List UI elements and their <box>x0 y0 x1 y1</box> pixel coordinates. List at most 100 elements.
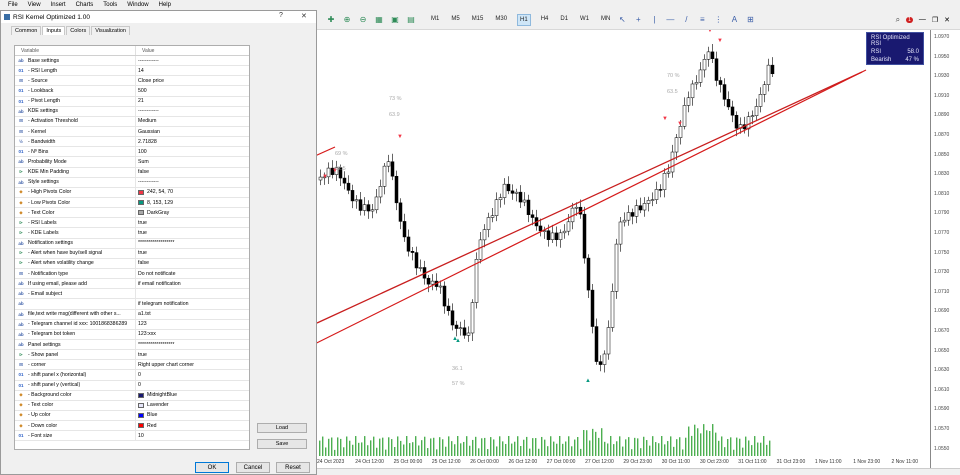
tab-colors[interactable]: Colors <box>66 26 91 35</box>
input-row[interactable]: ◆ - Up color Blue <box>15 410 249 422</box>
input-value-cell[interactable]: Medium <box>136 117 249 126</box>
input-row[interactable]: ◆ - High Pivots Color 242, 54, 70 <box>15 187 249 198</box>
input-row[interactable]: ⊞ - corner Right upper chart corner <box>15 360 249 371</box>
input-row[interactable]: ab Style settings ------------ <box>15 177 249 188</box>
input-value-cell[interactable]: true <box>136 228 249 237</box>
input-value-cell[interactable]: Gaussian <box>136 127 249 136</box>
input-value-cell[interactable]: 500 <box>136 86 249 95</box>
input-variable-label: - Down color <box>28 422 58 429</box>
input-value-cell[interactable]: Red <box>136 421 249 430</box>
input-row[interactable]: 01 - Pivot Length 21 <box>15 96 249 107</box>
reset-button[interactable]: Reset <box>276 462 310 473</box>
input-row[interactable]: 01 - shift panel y (vertical) 0 <box>15 380 249 391</box>
input-value-cell[interactable]: Do not notificate <box>136 269 249 278</box>
color-swatch[interactable] <box>138 189 144 195</box>
input-value-cell[interactable]: 0 <box>136 370 249 379</box>
tab-common[interactable]: Common <box>11 26 42 35</box>
input-row[interactable]: ab if telegram notification <box>15 299 249 310</box>
input-value-cell[interactable]: if telegram notification <box>136 299 249 308</box>
input-row[interactable]: ◆ - Down color Red <box>15 421 249 432</box>
color-swatch[interactable] <box>138 200 144 206</box>
input-value-cell[interactable]: a1.txt <box>136 310 249 319</box>
input-row[interactable]: 01 - RSI Length 14 <box>15 66 249 77</box>
input-row[interactable]: 01 - Nº Bins 100 <box>15 147 249 158</box>
input-value-cell[interactable]: 14 <box>136 66 249 75</box>
input-row[interactable]: ab If using email, please add if email not… <box>15 279 249 290</box>
input-row[interactable]: ⊞ - Kernel Gaussian <box>15 126 249 138</box>
tab-visualization[interactable]: Visualization <box>91 26 130 35</box>
input-row[interactable]: ◆ - Text color Lavender <box>15 400 249 411</box>
input-row[interactable]: ab - Telegram bot token 123:xxx <box>15 329 249 340</box>
enum-icon: ⊞ <box>19 270 23 276</box>
input-row[interactable]: ⊳ - RSI Labels true <box>15 218 249 229</box>
input-row[interactable]: ab Notification settings *****************… <box>15 238 249 249</box>
input-value-cell[interactable]: Blue <box>136 411 249 420</box>
input-row[interactable]: ⊞ - Activation Threshold Medium <box>15 116 249 127</box>
input-row[interactable]: ⊞ - Notification type Do not notificate <box>15 268 249 280</box>
color-swatch[interactable] <box>138 402 144 408</box>
input-value-cell[interactable]: Right upper chart corner <box>136 360 249 369</box>
input-value-cell[interactable]: ------------ <box>136 107 249 116</box>
input-row[interactable]: ⊳ - Alert when have buy/sell signal true <box>15 248 249 259</box>
input-value-cell[interactable]: true <box>136 350 249 359</box>
input-row[interactable]: ⊳ KDE Min Padding false <box>15 167 249 178</box>
input-row[interactable]: ab file,text write msg(different with oth… <box>15 309 249 320</box>
dialog-close-icon[interactable]: ✕ <box>301 12 307 20</box>
input-value-cell[interactable]: true <box>136 218 249 227</box>
input-value-cell[interactable]: 2.71828 <box>136 137 249 146</box>
input-row[interactable]: ⊞ - Source Close price <box>15 76 249 87</box>
input-row[interactable]: ⊳ - Show panel true <box>15 350 249 361</box>
input-value-cell[interactable]: false <box>136 259 249 268</box>
input-value-cell[interactable]: 21 <box>136 97 249 106</box>
color-swatch[interactable] <box>138 412 144 418</box>
input-row[interactable]: ◆ - Background color MidnightBlue <box>15 390 249 401</box>
input-row[interactable]: ab Base settings ------------ <box>15 56 249 67</box>
input-value-cell[interactable]: ------------ <box>136 56 249 65</box>
input-value-cell[interactable]: false <box>136 168 249 177</box>
input-value-cell[interactable]: true <box>136 249 249 258</box>
input-value-cell[interactable]: Sum <box>136 157 249 166</box>
color-swatch[interactable] <box>138 392 144 398</box>
input-row[interactable]: ab Panel settings ****************** <box>15 339 249 351</box>
input-row[interactable]: ab KDE settings ------------ <box>15 106 249 117</box>
help-icon[interactable]: ? <box>279 12 283 19</box>
color-swatch[interactable] <box>138 210 144 216</box>
input-value-cell[interactable]: if email notification <box>136 279 249 288</box>
input-value-cell[interactable]: DarkGray <box>136 208 249 217</box>
input-row[interactable]: ab - Telegram channel id xxx: 10018683862… <box>15 319 249 330</box>
input-variable-cell: ab Style settings <box>15 177 136 187</box>
value-column-header[interactable]: Value <box>136 46 160 55</box>
load-button[interactable]: Load <box>257 423 307 433</box>
input-row[interactable]: ab - Email subject <box>15 289 249 300</box>
input-value-cell[interactable]: 123 <box>136 320 249 329</box>
input-value-cell[interactable]: 123:xxx <box>136 330 249 339</box>
ok-button[interactable]: OK <box>195 462 229 473</box>
input-row[interactable]: ⊳ - KDE Labels true <box>15 228 249 239</box>
input-variable-cell: ⊞ - Notification type <box>15 268 136 279</box>
input-row[interactable]: ⊳ - Alert when volatility change false <box>15 258 249 269</box>
input-value-cell[interactable]: MidnightBlue <box>136 391 249 400</box>
input-value-cell[interactable]: 10 <box>136 431 249 440</box>
input-value-cell[interactable] <box>136 289 249 298</box>
input-row[interactable]: ◆ - Text Color DarkGray <box>15 208 249 219</box>
input-value-cell[interactable]: 8, 153, 129 <box>136 198 249 207</box>
input-row[interactable]: 01 - shift panel x (horizontal) 0 <box>15 370 249 381</box>
input-value-cell[interactable]: Close price <box>136 76 249 85</box>
tab-inputs[interactable]: Inputs <box>42 26 66 35</box>
input-row[interactable]: ½ - Bandwidth 2.71828 <box>15 137 249 148</box>
color-swatch[interactable] <box>138 423 144 429</box>
input-value-cell[interactable]: ****************** <box>136 340 249 349</box>
input-value-cell[interactable]: 0 <box>136 381 249 390</box>
input-value-cell[interactable]: Lavender <box>136 401 249 410</box>
input-value-cell[interactable]: ------------ <box>136 178 249 187</box>
input-row[interactable]: 01 - Lookback 500 <box>15 86 249 97</box>
cancel-button[interactable]: Cancel <box>236 462 270 473</box>
input-row[interactable]: 01 - Font size 10 <box>15 431 249 442</box>
input-row[interactable]: ab Probability Mode Sum <box>15 157 249 168</box>
variable-column-header[interactable]: Variable <box>15 46 136 55</box>
input-value-cell[interactable]: 242, 54, 70 <box>136 188 249 197</box>
input-row[interactable]: ◆ - Low Pivots Color 8, 153, 129 <box>15 197 249 209</box>
input-value-cell[interactable]: ****************** <box>136 239 249 248</box>
input-value-cell[interactable]: 100 <box>136 147 249 156</box>
save-button[interactable]: Save <box>257 439 307 449</box>
